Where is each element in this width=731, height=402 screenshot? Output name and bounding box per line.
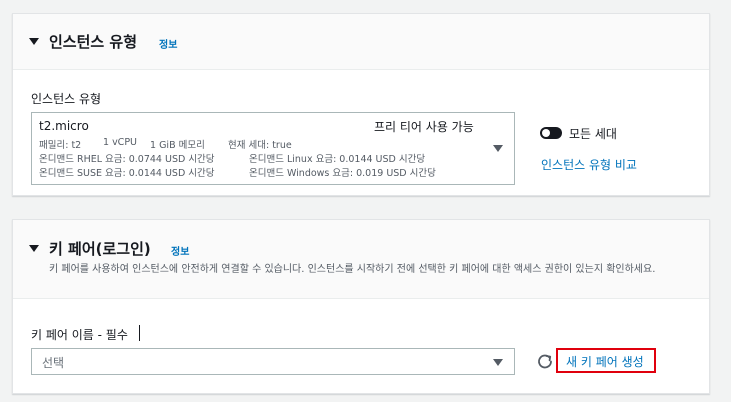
free-tier-badge: 프리 티어 사용 가능 xyxy=(374,120,474,134)
info-link[interactable]: 정보 xyxy=(159,36,177,51)
key-pair-header[interactable]: 키 페어(로그인) 정보 키 페어를 사용하여 인스턴스에 안전하게 연결할 수… xyxy=(13,220,709,299)
create-key-pair-link[interactable]: 새 키 페어 생성 xyxy=(566,353,644,370)
spec-family: 패밀리: t2 xyxy=(39,140,82,151)
section-title: 인스턴스 유형 xyxy=(49,33,138,51)
caret-down-icon[interactable] xyxy=(29,38,39,45)
caret-down-icon[interactable] xyxy=(29,245,39,252)
key-pair-select[interactable]: 선택 xyxy=(31,348,515,375)
select-placeholder: 선택 xyxy=(42,356,65,370)
all-generations-toggle[interactable]: 모든 세대 xyxy=(540,125,660,141)
instance-type-label: 인스턴스 유형 xyxy=(31,92,102,106)
instance-type-select[interactable]: t2.micro 프리 티어 사용 가능 패밀리: t2 1 vCPU 1 Gi… xyxy=(31,112,515,185)
dropdown-arrow-icon xyxy=(493,145,503,152)
price-rhel: 온디맨드 RHEL 요금: 0.0744 USD 시간당 xyxy=(39,154,215,165)
price-windows: 온디맨드 Windows 요금: 0.019 USD 시간당 xyxy=(249,168,436,179)
compare-instance-types-link[interactable]: 인스턴스 유형 비교 xyxy=(541,156,637,173)
info-link[interactable]: 정보 xyxy=(171,243,189,258)
spec-memory: 1 GiB 메모리 xyxy=(150,140,205,151)
key-pair-panel: 키 페어(로그인) 정보 키 페어를 사용하여 인스턴스에 안전하게 연결할 수… xyxy=(12,219,710,394)
instance-type-header[interactable]: 인스턴스 유형 정보 xyxy=(13,14,709,70)
toggle-switch-icon[interactable] xyxy=(540,127,562,139)
key-pair-description: 키 페어를 사용하여 인스턴스에 안전하게 연결할 수 있습니다. 인스턴스를 … xyxy=(49,264,656,275)
price-linux: 온디맨드 Linux 요금: 0.0144 USD 시간당 xyxy=(249,154,426,165)
price-suse: 온디맨드 SUSE 요금: 0.0144 USD 시간당 xyxy=(39,168,215,179)
key-pair-name-label: 키 페어 이름 - 필수 xyxy=(31,328,128,342)
spec-vcpu: 1 vCPU xyxy=(103,137,138,148)
text-cursor xyxy=(139,325,140,341)
dropdown-arrow-icon xyxy=(493,359,503,366)
create-key-pair-highlight: 새 키 페어 생성 xyxy=(556,348,656,373)
instance-type-panel: 인스턴스 유형 정보 인스턴스 유형 t2.micro 프리 티어 사용 가능 … xyxy=(12,13,710,196)
all-generations-label: 모든 세대 xyxy=(569,127,617,141)
toggle-knob xyxy=(542,129,550,137)
instance-type-name: t2.micro xyxy=(39,119,89,133)
section-title: 키 페어(로그인) xyxy=(49,240,151,258)
refresh-icon[interactable] xyxy=(536,352,554,370)
spec-current-generation: 현재 세대: true xyxy=(228,140,292,151)
